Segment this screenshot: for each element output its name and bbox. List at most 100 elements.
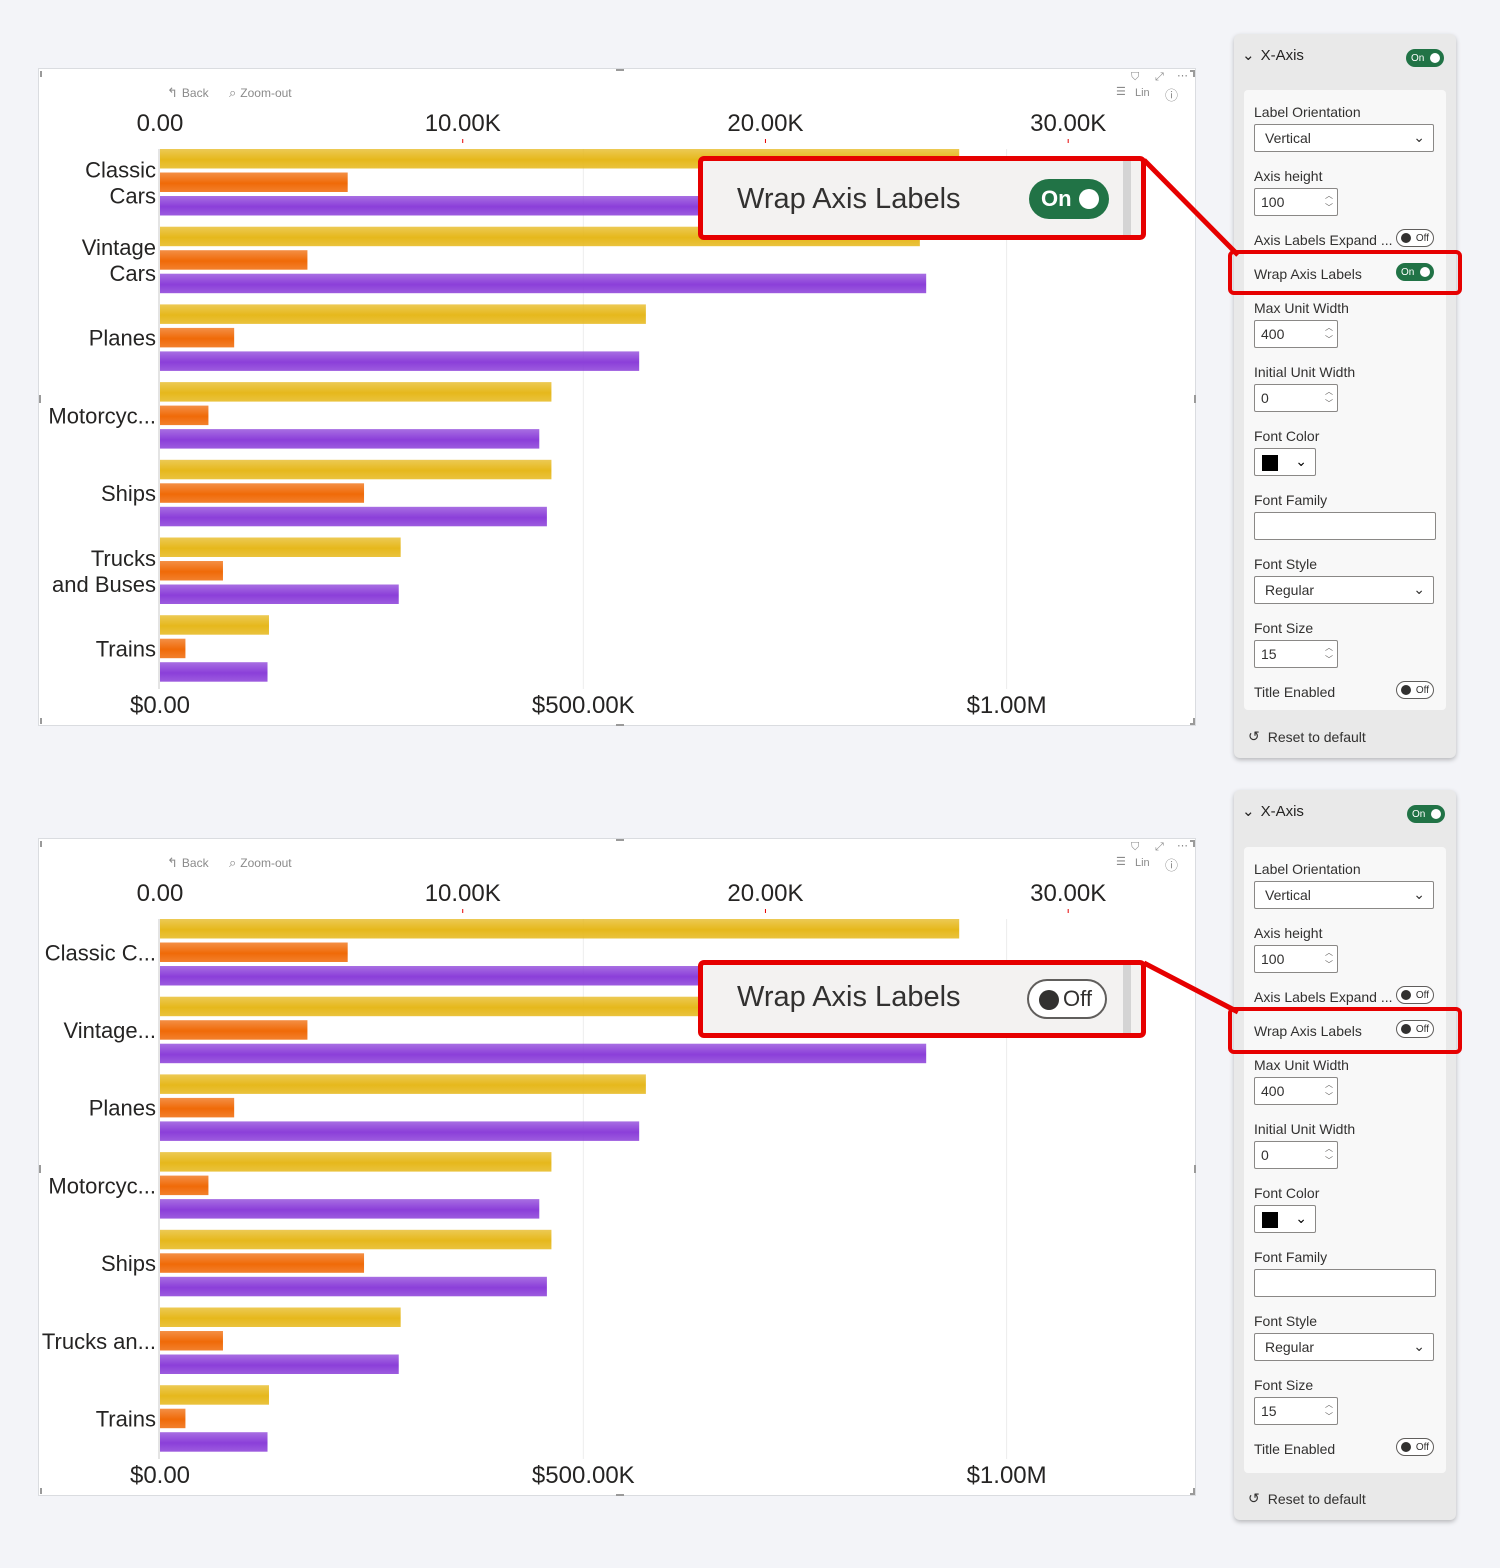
x-axis-toggle[interactable]: On bbox=[1407, 805, 1445, 823]
category-axis-label: Vintage bbox=[82, 235, 156, 260]
zoom-callout-bottom: Wrap Axis Labels Off bbox=[698, 960, 1146, 1038]
stepper-arrows-icon[interactable]: ︿ ﹀ bbox=[1325, 1079, 1333, 1103]
stepper-arrows-icon[interactable]: ︿ ﹀ bbox=[1325, 322, 1333, 346]
category-axis-label: Motorcyc... bbox=[48, 403, 156, 428]
reset-to-default-button[interactable]: ↺ Reset to default bbox=[1248, 1490, 1366, 1507]
label-orientation-dropdown[interactable]: Vertical ⌄ bbox=[1254, 881, 1434, 909]
bar bbox=[160, 1229, 552, 1250]
font-color-label: Font Color bbox=[1254, 428, 1320, 444]
bar bbox=[160, 1043, 927, 1064]
stepper-arrows-icon[interactable]: ︿ ﹀ bbox=[1325, 1143, 1333, 1167]
category-axis-label: Vintage... bbox=[63, 1018, 156, 1043]
bottom-axis-tick-label: $500.00K bbox=[532, 692, 635, 719]
toggle-knob bbox=[1431, 809, 1441, 819]
font-style-dropdown[interactable]: Regular ⌄ bbox=[1254, 1333, 1434, 1361]
x-axis-header[interactable]: ⌄ X-Axis bbox=[1242, 46, 1304, 65]
chevron-down-icon: ⌄ bbox=[1242, 803, 1255, 820]
chart-visual-bottom[interactable]: ↰ Back ⌕ Zoom-out ⛉ ⤢ ⋯ ☰ Lin ⓘ 0.00 10.00K… bbox=[38, 838, 1196, 1496]
resize-corner-handle bbox=[1190, 718, 1195, 725]
bottom-axis-tick-label: $500.00K bbox=[532, 1462, 635, 1489]
label-orientation-label: Label Orientation bbox=[1254, 861, 1361, 877]
top-axis-tick-label: 10.00K bbox=[425, 110, 501, 137]
reset-icon: ↺ bbox=[1248, 1490, 1260, 1506]
bar bbox=[160, 1354, 399, 1374]
font-family-label: Font Family bbox=[1254, 492, 1328, 508]
font-family-input[interactable] bbox=[1254, 512, 1436, 540]
stepper-arrows-icon[interactable]: ︿ ﹀ bbox=[1325, 386, 1333, 410]
bar bbox=[160, 327, 235, 348]
top-axis-tick-label: 0.00 bbox=[137, 880, 184, 907]
axis-labels-expand-toggle[interactable]: Off bbox=[1396, 986, 1434, 1004]
font-family-label: Font Family bbox=[1254, 1249, 1328, 1265]
highlight-wrap-toggle-bottom bbox=[1228, 1007, 1462, 1054]
initial-unit-width-stepper[interactable]: 0 ︿ ﹀ bbox=[1254, 384, 1338, 412]
category-axis-label: Classic bbox=[85, 157, 156, 182]
bar bbox=[160, 1074, 646, 1094]
zoom-callout-toggle-on: On bbox=[1029, 179, 1109, 219]
title-enabled-toggle[interactable]: Off bbox=[1396, 1438, 1434, 1456]
toggle-knob bbox=[1430, 53, 1440, 63]
font-color-picker[interactable]: ⌄ bbox=[1254, 1205, 1316, 1233]
axis-height-stepper[interactable]: 100 ︿ ﹀ bbox=[1254, 188, 1338, 216]
bar bbox=[160, 1199, 540, 1219]
category-axis-label: Cars bbox=[110, 261, 156, 286]
bar bbox=[160, 561, 223, 581]
top-axis-tick-label: 0.00 bbox=[137, 110, 184, 137]
x-axis-toggle[interactable]: On bbox=[1406, 49, 1444, 67]
bottom-axis-tick-label: $0.00 bbox=[130, 1462, 190, 1489]
axis-height-label: Axis height bbox=[1254, 168, 1323, 184]
stepper-arrows-icon[interactable]: ︿ ﹀ bbox=[1325, 190, 1333, 214]
resize-corner-handle bbox=[1190, 1488, 1195, 1495]
title-enabled-toggle[interactable]: Off bbox=[1396, 681, 1434, 699]
bar bbox=[160, 1253, 365, 1273]
stepper-arrows-icon[interactable]: ︿ ﹀ bbox=[1325, 947, 1333, 971]
title-enabled-label: Title Enabled bbox=[1254, 684, 1336, 700]
font-size-stepper[interactable]: 15 ︿ ﹀ bbox=[1254, 1397, 1338, 1425]
font-family-input[interactable] bbox=[1254, 1269, 1436, 1297]
bar bbox=[160, 1385, 269, 1405]
axis-labels-expand-toggle[interactable]: Off bbox=[1396, 229, 1434, 247]
initial-unit-width-label: Initial Unit Width bbox=[1254, 1121, 1356, 1137]
bottom-axis-tick-label: $1.00M bbox=[967, 1462, 1047, 1489]
bar bbox=[160, 382, 552, 402]
bar bbox=[160, 1175, 209, 1196]
stepper-arrows-icon[interactable]: ︿ ﹀ bbox=[1325, 1399, 1333, 1423]
bar bbox=[160, 537, 401, 557]
category-axis-label: Trains bbox=[96, 636, 156, 661]
axis-height-label: Axis height bbox=[1254, 925, 1323, 941]
zoom-callout-scrollbar bbox=[1123, 965, 1131, 1033]
zoom-callout-label: Wrap Axis Labels bbox=[737, 183, 961, 215]
stepper-arrows-icon[interactable]: ︿ ﹀ bbox=[1325, 642, 1333, 666]
font-size-label: Font Size bbox=[1254, 620, 1314, 636]
category-axis-label: Classic C... bbox=[45, 940, 156, 965]
label-orientation-dropdown[interactable]: Vertical ⌄ bbox=[1254, 124, 1434, 152]
zoom-callout-toggle-off: Off bbox=[1027, 979, 1107, 1019]
color-swatch bbox=[1262, 1212, 1278, 1228]
category-axis-label: Planes bbox=[89, 1096, 156, 1121]
bar bbox=[160, 1432, 268, 1452]
bar bbox=[160, 1152, 552, 1172]
reset-to-default-button[interactable]: ↺ Reset to default bbox=[1248, 728, 1366, 745]
font-size-stepper[interactable]: 15 ︿ ﹀ bbox=[1254, 640, 1338, 668]
category-axis-label: Ships bbox=[101, 1251, 156, 1276]
font-color-picker[interactable]: ⌄ bbox=[1254, 448, 1316, 476]
category-axis-label: Trucks bbox=[91, 546, 156, 571]
max-unit-width-stepper[interactable]: 400 ︿ ﹀ bbox=[1254, 320, 1338, 348]
max-unit-width-stepper[interactable]: 400 ︿ ﹀ bbox=[1254, 1077, 1338, 1105]
zoom-callout-scrollbar bbox=[1123, 161, 1131, 235]
x-axis-header[interactable]: ⌄ X-Axis bbox=[1242, 802, 1304, 821]
category-axis-label: Planes bbox=[89, 326, 156, 351]
bar bbox=[160, 662, 268, 682]
x-axis-settings: Label Orientation Vertical ⌄ Axis height … bbox=[1244, 847, 1446, 1473]
axis-height-stepper[interactable]: 100 ︿ ﹀ bbox=[1254, 945, 1338, 973]
font-style-dropdown[interactable]: Regular ⌄ bbox=[1254, 576, 1434, 604]
initial-unit-width-stepper[interactable]: 0 ︿ ﹀ bbox=[1254, 1141, 1338, 1169]
bar bbox=[160, 1020, 308, 1040]
font-style-label: Font Style bbox=[1254, 1313, 1318, 1329]
resize-corner-handle bbox=[1190, 840, 1195, 847]
reset-icon: ↺ bbox=[1248, 728, 1260, 744]
bar bbox=[160, 942, 348, 962]
font-size-label: Font Size bbox=[1254, 1377, 1314, 1393]
bar bbox=[160, 273, 927, 294]
category-axis-label: Trains bbox=[96, 1406, 156, 1431]
